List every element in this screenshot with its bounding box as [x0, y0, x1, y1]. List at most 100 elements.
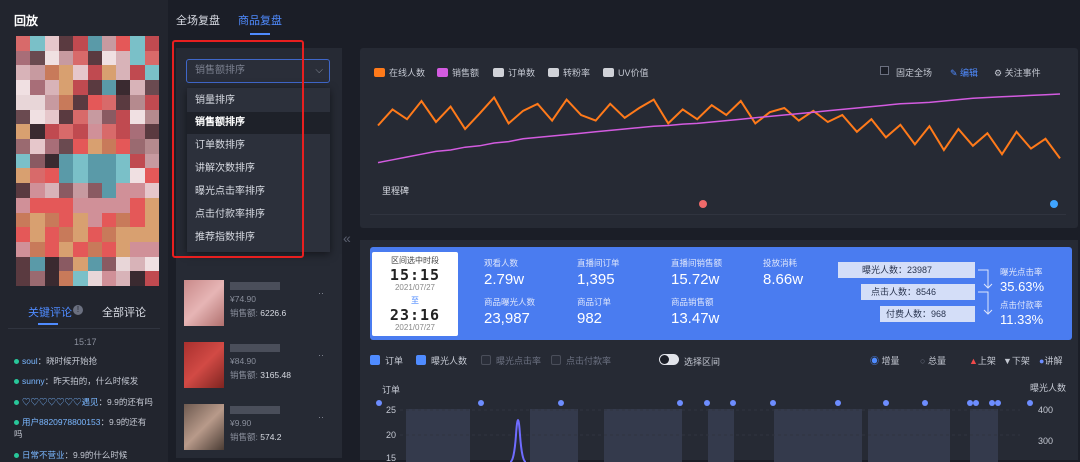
rate-exposure-click: 曝光点击率 35.63% [1000, 267, 1045, 294]
video-pixel [144, 212, 159, 228]
video-pixel [73, 197, 89, 214]
video-pixel [101, 36, 117, 52]
video-pixel [130, 153, 146, 169]
video-pixel [16, 109, 31, 125]
video-pixel [116, 94, 131, 111]
video-pixel [73, 65, 89, 81]
video-player[interactable] [16, 36, 159, 286]
video-pixel [44, 256, 60, 272]
radio-icon: ○ [920, 356, 928, 366]
video-pixel [16, 153, 31, 169]
legend-sales[interactable]: 销售额 [437, 66, 479, 79]
comment-time: 15:17 [74, 337, 97, 347]
comment-text: 9.9的还有吗 [107, 397, 153, 407]
video-pixel [30, 271, 46, 286]
video-pixel [87, 94, 103, 111]
pencil-icon: ✎ [950, 68, 961, 78]
product-thumbnail [184, 342, 224, 388]
edit-button[interactable]: ✎ 编辑 [950, 66, 978, 79]
milestone-marker[interactable] [1050, 200, 1058, 208]
more-icon[interactable]: ·· [318, 412, 324, 422]
comment-user: sunny [22, 376, 45, 386]
video-pixel [101, 183, 117, 199]
legend-follow-rate[interactable]: 转粉率 [548, 66, 590, 79]
fix-all-checkbox[interactable] [880, 66, 889, 75]
video-pixel [87, 241, 103, 258]
legend-swatch [437, 68, 448, 77]
collapse-icon[interactable]: « [343, 230, 351, 246]
product-row[interactable]: ¥84.90 销售额: 3165.48 ·· [184, 342, 332, 394]
video-pixel [16, 65, 31, 81]
more-icon[interactable]: ·· [318, 350, 324, 360]
video-pixel [44, 197, 60, 214]
video-pixel [130, 183, 146, 199]
video-pixel [101, 271, 117, 286]
video-pixel [73, 212, 89, 228]
stat-viewers: 观看人数 2.79w [484, 258, 525, 288]
online-dot-icon [14, 400, 19, 406]
video-pixel [44, 65, 60, 81]
comment-item: ♡♡♡♡♡♡♡遇见：9.9的还有吗 [14, 396, 154, 408]
legend-swatch [493, 68, 504, 77]
video-pixel [144, 94, 159, 111]
comment-text: 9.9的什么时候 [73, 450, 128, 460]
video-pixel [16, 271, 31, 286]
legend-uv-value[interactable]: UV价值 [603, 66, 649, 79]
product-row[interactable]: ¥9.90 销售额: 574.2 ·· [184, 404, 332, 456]
triangle-up-icon: ▲ [969, 356, 978, 366]
video-pixel [101, 212, 117, 228]
comment-text: 昨天拍的，什么时候发 [53, 376, 139, 386]
product-sales: 销售额: 574.2 [230, 432, 282, 442]
video-pixel [44, 153, 60, 169]
video-pixel [30, 80, 46, 96]
video-pixel [16, 168, 31, 184]
video-pixel [44, 271, 60, 286]
video-pixel [73, 168, 89, 184]
video-pixel [58, 94, 74, 111]
video-pixel [58, 227, 74, 243]
video-pixel [44, 124, 60, 140]
product-row[interactable]: ¥74.90 销售额: 6226.6 ·· [184, 280, 332, 332]
video-pixel [101, 124, 117, 140]
tab-overall-review[interactable]: 全场复盘 [176, 12, 220, 28]
checkbox-orders[interactable]: 订单 [370, 354, 403, 367]
video-pixel [87, 212, 103, 228]
video-pixel [116, 109, 131, 125]
checkbox-exposure-click-rate[interactable]: 曝光点击率 [481, 354, 541, 367]
legend-swatch [548, 68, 559, 77]
video-pixel [58, 124, 74, 140]
stat-product-orders: 商品订单 982 [577, 297, 612, 327]
legend-online-users[interactable]: 在线人数 [374, 66, 425, 79]
tab-all-comments[interactable]: 全部评论 [102, 304, 146, 320]
video-pixel [116, 50, 131, 66]
checkbox-click-pay-rate[interactable]: 点击付款率 [551, 354, 611, 367]
comment-item: 用户8820978800153：9.9的还有吗 [14, 417, 147, 439]
tab-product-review[interactable]: 商品复盘 [238, 12, 282, 28]
video-pixel [73, 271, 89, 286]
video-pixel [30, 109, 46, 125]
more-icon[interactable]: ·· [318, 288, 324, 298]
video-pixel [144, 109, 159, 125]
radio-increment[interactable]: ◉ 增量 [870, 354, 900, 367]
time-range-card[interactable]: 区间选中时段 15:15 2021/07/27 至 23:16 2021/07/… [372, 252, 458, 336]
milestone-marker[interactable] [699, 200, 707, 208]
video-pixel [101, 197, 117, 214]
check-icon [370, 355, 380, 365]
product-price: ¥74.90 [230, 294, 256, 304]
toggle-knob [660, 355, 669, 364]
video-pixel [73, 36, 89, 52]
series-line-online-users [377, 95, 1061, 159]
video-pixel [101, 65, 117, 81]
product-price: ¥9.90 [230, 418, 252, 428]
checkbox-exposure[interactable]: 曝光人数 [416, 354, 467, 367]
video-pixel [130, 94, 146, 111]
video-pixel [130, 36, 146, 52]
info-icon[interactable]: ! [73, 305, 83, 315]
video-pixel [116, 124, 131, 140]
radio-total[interactable]: ○ 总量 [920, 354, 946, 367]
video-pixel [58, 36, 74, 52]
tab-key-comments[interactable]: 关键评论 [28, 304, 72, 320]
follow-events-button[interactable]: ⚙ 关注事件 [994, 66, 1041, 79]
funnel-clicks: 点击人数：8546 [861, 284, 975, 300]
legend-orders[interactable]: 订单数 [493, 66, 535, 79]
